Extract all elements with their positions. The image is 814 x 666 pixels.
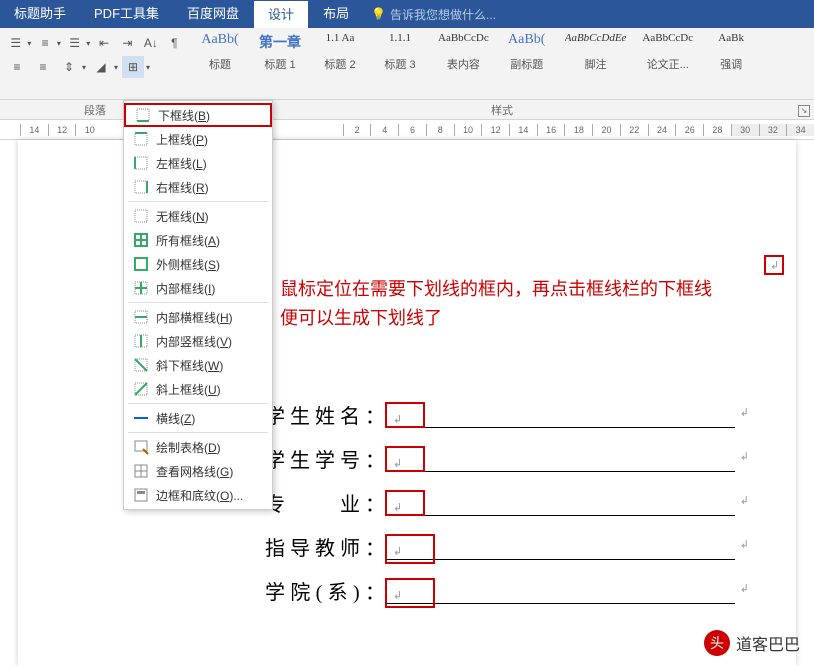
show-marks-button[interactable]: ¶	[165, 32, 184, 54]
annotation-text: 鼠标定位在需要下划线的框内，再点击框线栏的下框线 便可以生成下划线了	[280, 275, 712, 333]
tab-pdf-tools[interactable]: PDF工具集	[80, 0, 173, 28]
tab-title-helper[interactable]: 标题助手	[0, 0, 80, 28]
numbering-button[interactable]: ≡	[35, 32, 54, 54]
style-heading2[interactable]: 1.1 Aa标题 2	[310, 28, 370, 99]
border-menu-grid[interactable]: 查看网格线(G)	[124, 459, 272, 483]
all-border-icon	[132, 231, 150, 249]
dlg-border-icon	[132, 486, 150, 504]
draw-border-icon	[132, 438, 150, 456]
watermark: 头 道客巴巴	[704, 630, 800, 656]
style-heading3[interactable]: 1.1.1标题 3	[370, 28, 430, 99]
corner-highlight: ↲	[764, 255, 784, 275]
field-teacher: 指导教师： ↲↲	[265, 532, 735, 576]
field-student-id: 学生学号： ↲↲	[265, 444, 735, 488]
field-student-name: 学生姓名： ↲↲	[265, 400, 735, 444]
style-emphasis[interactable]: AaBk强调	[701, 28, 761, 99]
border-dropdown-menu: 下框线(B)上框线(P)左框线(L)右框线(R) 无框线(N)所有框线(A)外侧框…	[123, 100, 273, 510]
tab-design[interactable]: 设计	[253, 0, 309, 28]
border-menu-top[interactable]: 上框线(P)	[124, 127, 272, 151]
multilevel-button[interactable]: ☰	[65, 32, 84, 54]
ribbon-content: ☰▾ ≡▾ ☰▾ ⇤ ⇥ A↓ ¶ ≡ ≡ ⇕▾ ◢▾ ⊞▾ AaBb(标题 第…	[0, 28, 814, 100]
line-spacing-button[interactable]: ⇕	[58, 56, 80, 78]
border-menu-dlg[interactable]: 边框和底纹(O)...	[124, 483, 272, 507]
border-menu-right[interactable]: 右框线(R)	[124, 175, 272, 199]
indent-decrease-button[interactable]: ⇤	[94, 32, 113, 54]
style-heading1[interactable]: 第一章标题 1	[250, 28, 310, 99]
border-menu-left[interactable]: 左框线(L)	[124, 151, 272, 175]
lightbulb-icon: 💡	[371, 7, 386, 21]
border-menu-bottom[interactable]: 下框线(B)	[124, 103, 272, 127]
border-menu-diagd[interactable]: 斜下框线(W)	[124, 353, 272, 377]
tab-layout[interactable]: 布局	[309, 0, 363, 28]
border-menu-inh[interactable]: 内部横框线(H)	[124, 305, 272, 329]
style-body[interactable]: AaBbCcDc论文正...	[634, 28, 701, 99]
border-menu-outside[interactable]: 外侧框线(S)	[124, 252, 272, 276]
form-fields: 学生姓名： ↲↲ 学生学号： ↲↲ 专 业： ↲↲ 指导教师： ↲↲ 学院(系)…	[265, 400, 735, 620]
border-menu-hline[interactable]: 横线(Z)	[124, 406, 272, 430]
diagu-border-icon	[132, 380, 150, 398]
align-left-button[interactable]: ≡	[6, 56, 28, 78]
border-menu-diagu[interactable]: 斜上框线(U)	[124, 377, 272, 401]
sort-button[interactable]: A↓	[141, 32, 160, 54]
inh-border-icon	[132, 308, 150, 326]
tab-baidu[interactable]: 百度网盘	[173, 0, 253, 28]
style-table-content[interactable]: AaBbCcDc表内容	[430, 28, 497, 99]
watermark-text: 道客巴巴	[736, 631, 800, 655]
left-border-icon	[132, 154, 150, 172]
border-menu-inv[interactable]: 内部竖框线(V)	[124, 329, 272, 353]
watermark-avatar: 头	[704, 630, 730, 656]
align-center-button[interactable]: ≡	[32, 56, 54, 78]
borders-button[interactable]: ⊞	[122, 56, 144, 78]
outside-border-icon	[132, 255, 150, 273]
tell-me-search[interactable]: 💡 告诉我您想做什么...	[371, 6, 496, 23]
top-border-icon	[132, 130, 150, 148]
inv-border-icon	[132, 332, 150, 350]
grid-border-icon	[132, 462, 150, 480]
none-border-icon	[132, 207, 150, 225]
bullets-button[interactable]: ☰	[6, 32, 25, 54]
right-border-icon	[132, 178, 150, 196]
style-heading[interactable]: AaBb(标题	[190, 28, 250, 99]
field-major: 专 业： ↲↲	[265, 488, 735, 532]
diagd-border-icon	[132, 356, 150, 374]
styles-gallery: AaBb(标题 第一章标题 1 1.1 Aa标题 2 1.1.1标题 3 AaB…	[190, 28, 814, 99]
bottom-border-icon	[134, 106, 152, 124]
hline-border-icon	[132, 409, 150, 427]
styles-dialog-launcher[interactable]: ↘	[798, 105, 810, 117]
border-menu-draw[interactable]: 绘制表格(D)	[124, 435, 272, 459]
ribbon-tabs: 标题助手 PDF工具集 百度网盘 设计 布局 💡 告诉我您想做什么...	[0, 0, 814, 28]
border-menu-none[interactable]: 无框线(N)	[124, 204, 272, 228]
tell-me-label: 告诉我您想做什么...	[390, 6, 496, 23]
style-footnote[interactable]: AaBbCcDdEe脚注	[557, 28, 635, 99]
style-subtitle[interactable]: AaBb(副标题	[497, 28, 557, 99]
indent-increase-button[interactable]: ⇥	[118, 32, 137, 54]
paragraph-toolbar: ☰▾ ≡▾ ☰▾ ⇤ ⇥ A↓ ¶ ≡ ≡ ⇕▾ ◢▾ ⊞▾	[0, 28, 190, 99]
border-menu-inside[interactable]: 内部框线(I)	[124, 276, 272, 300]
field-school: 学院(系)： ↲↲	[265, 576, 735, 620]
border-menu-all[interactable]: 所有框线(A)	[124, 228, 272, 252]
inside-border-icon	[132, 279, 150, 297]
styles-group-label: 样式 ↘	[190, 100, 814, 119]
shading-button[interactable]: ◢	[90, 56, 112, 78]
